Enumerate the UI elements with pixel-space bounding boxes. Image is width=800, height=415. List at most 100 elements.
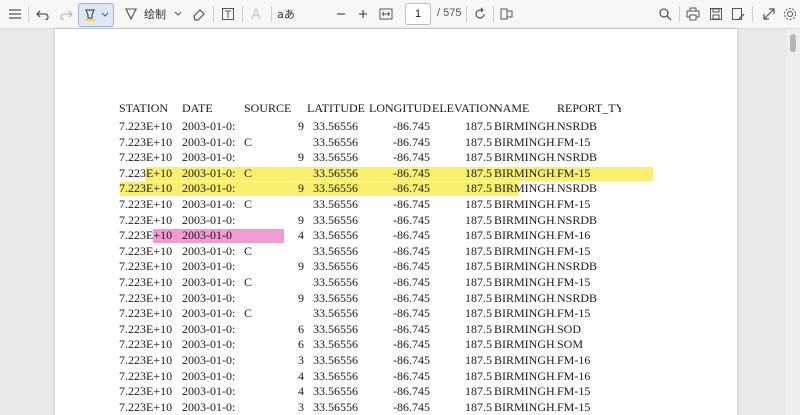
print-icon[interactable] [684, 3, 702, 25]
cell-latitude: 33.56556 [313, 259, 358, 274]
undo-icon[interactable] [34, 3, 52, 25]
scrollbar-thumb[interactable] [790, 34, 796, 52]
cell-latitude: 33.56556 [313, 353, 358, 367]
cell-date: 2003-01-0: [182, 212, 236, 227]
cell-source: C [244, 275, 253, 289]
cell-elevation: 187.5 [465, 368, 492, 383]
page-total: / 575 [437, 7, 462, 19]
chevron-down-icon [174, 11, 182, 16]
cell-source: C [244, 197, 253, 211]
cell-station: 7.223E+10 [119, 197, 173, 211]
cell-source: C [244, 243, 253, 258]
document-page: STATION DATE SOURCE LATITUDE LONGITUDE ELEVAT… [55, 29, 737, 415]
divider [493, 6, 494, 22]
search-icon[interactable] [656, 3, 674, 25]
cell-date: 2003-01-0: [182, 134, 236, 149]
cell-date: 2003-01-0: [182, 337, 236, 352]
column-header: NAME [494, 101, 530, 115]
cell-name: BIRMINGHAI [494, 384, 556, 399]
cell-station: 7.223E+10 [119, 306, 173, 321]
save-icon[interactable] [707, 3, 725, 25]
cell-date: 2003-01-0: [182, 243, 236, 258]
cell-name: BIRMINGHAI [494, 134, 556, 149]
text-style-button[interactable]: aあ [276, 3, 296, 25]
cell-station: 7.223E+10 [119, 290, 173, 305]
page-number-input[interactable]: 1 [405, 3, 431, 25]
cell-longitude: -86.745 [393, 259, 430, 274]
cell-date: 2003-01-0: [182, 384, 236, 399]
draw-button[interactable]: 绘制 [124, 3, 188, 25]
cell-report-type: NSRDB [557, 181, 598, 196]
cell-station: 7.223E+10 [119, 399, 173, 414]
cell-latitude: 33.56556 [313, 384, 358, 399]
page-view-icon[interactable] [498, 3, 516, 25]
cell-longitude: -86.745 [393, 384, 430, 399]
cell-report-type: NSRDB [557, 212, 598, 227]
cell-latitude: 33.56556 [313, 165, 358, 180]
cell-report-type: FM-15 [557, 306, 591, 321]
scrollbar[interactable] [786, 29, 800, 415]
divider [752, 6, 753, 22]
cell-station: 7.223E+10 [119, 337, 173, 352]
zoom-out-icon[interactable] [334, 3, 348, 25]
cell-report-type: SOM [557, 337, 584, 352]
cell-longitude: -86.745 [393, 165, 430, 180]
cell-elevation: 187.5 [465, 212, 492, 227]
cell-report-type: FM-15 [557, 197, 591, 211]
menu-icon[interactable] [6, 3, 24, 25]
cell-source-num: 4 [298, 228, 304, 243]
cell-latitude: 33.56556 [313, 181, 358, 196]
cell-longitude: -86.745 [393, 181, 430, 196]
cell-source-num: 9 [298, 181, 304, 196]
cell-station: 7.223E+10 [119, 181, 173, 196]
cell-source-num: 9 [298, 290, 304, 305]
cell-source: C [244, 134, 253, 149]
expand-icon[interactable] [760, 3, 778, 25]
save-as-icon[interactable] [729, 3, 747, 25]
cell-elevation: 187.5 [465, 150, 492, 165]
column-header: STATION [119, 101, 169, 115]
text-format-icon[interactable] [248, 3, 266, 25]
cell-name: BIRMINGHAI [494, 197, 556, 211]
cell-station: 7.223E+10 [119, 228, 173, 243]
cell-elevation: 187.5 [465, 119, 492, 133]
cell-report-type: FM-16 [557, 368, 591, 383]
toolbar: 绘制 aあ 1 / 575 [0, 0, 800, 29]
cell-longitude: -86.745 [393, 150, 430, 165]
highlight-button[interactable] [78, 3, 114, 27]
cell-longitude: -86.745 [393, 337, 430, 352]
rotate-icon[interactable] [471, 3, 489, 25]
cell-report-type: NSRDB [557, 290, 598, 305]
cell-name: BIRMINGHAI [494, 259, 556, 274]
cell-source-num: 3 [298, 353, 304, 367]
cell-name: BIRMINGHAI [494, 119, 556, 133]
redo-icon[interactable] [57, 3, 75, 25]
cell-elevation: 187.5 [465, 337, 492, 352]
cell-elevation: 187.5 [465, 181, 492, 196]
cell-latitude: 33.56556 [313, 243, 358, 258]
eraser-icon[interactable] [190, 3, 208, 25]
column-header: LATITUDE [307, 101, 365, 115]
cell-longitude: -86.745 [393, 399, 430, 414]
divider [28, 6, 29, 22]
cell-longitude: -86.745 [393, 134, 430, 149]
cell-elevation: 187.5 [465, 165, 492, 180]
cell-elevation: 187.5 [465, 243, 492, 258]
fit-page-icon[interactable] [377, 3, 395, 25]
cell-report-type: NSRDB [557, 119, 598, 133]
cell-report-type: FM-15 [557, 384, 591, 399]
divider [242, 6, 243, 22]
cell-station: 7.223E+10 [119, 119, 173, 133]
cell-elevation: 187.5 [465, 306, 492, 321]
settings-icon[interactable] [782, 3, 798, 25]
text-box-icon[interactable] [219, 3, 237, 25]
zoom-in-icon[interactable] [356, 3, 370, 25]
cell-name: BIRMINGHAI [494, 212, 556, 227]
divider [466, 6, 467, 22]
cell-date: 2003-01-0: [182, 275, 236, 289]
draw-icon [125, 8, 137, 21]
cell-longitude: -86.745 [393, 275, 430, 289]
cell-date: 2003-01-0: [182, 259, 236, 274]
cell-latitude: 33.56556 [313, 399, 358, 414]
cell-longitude: -86.745 [393, 306, 430, 321]
